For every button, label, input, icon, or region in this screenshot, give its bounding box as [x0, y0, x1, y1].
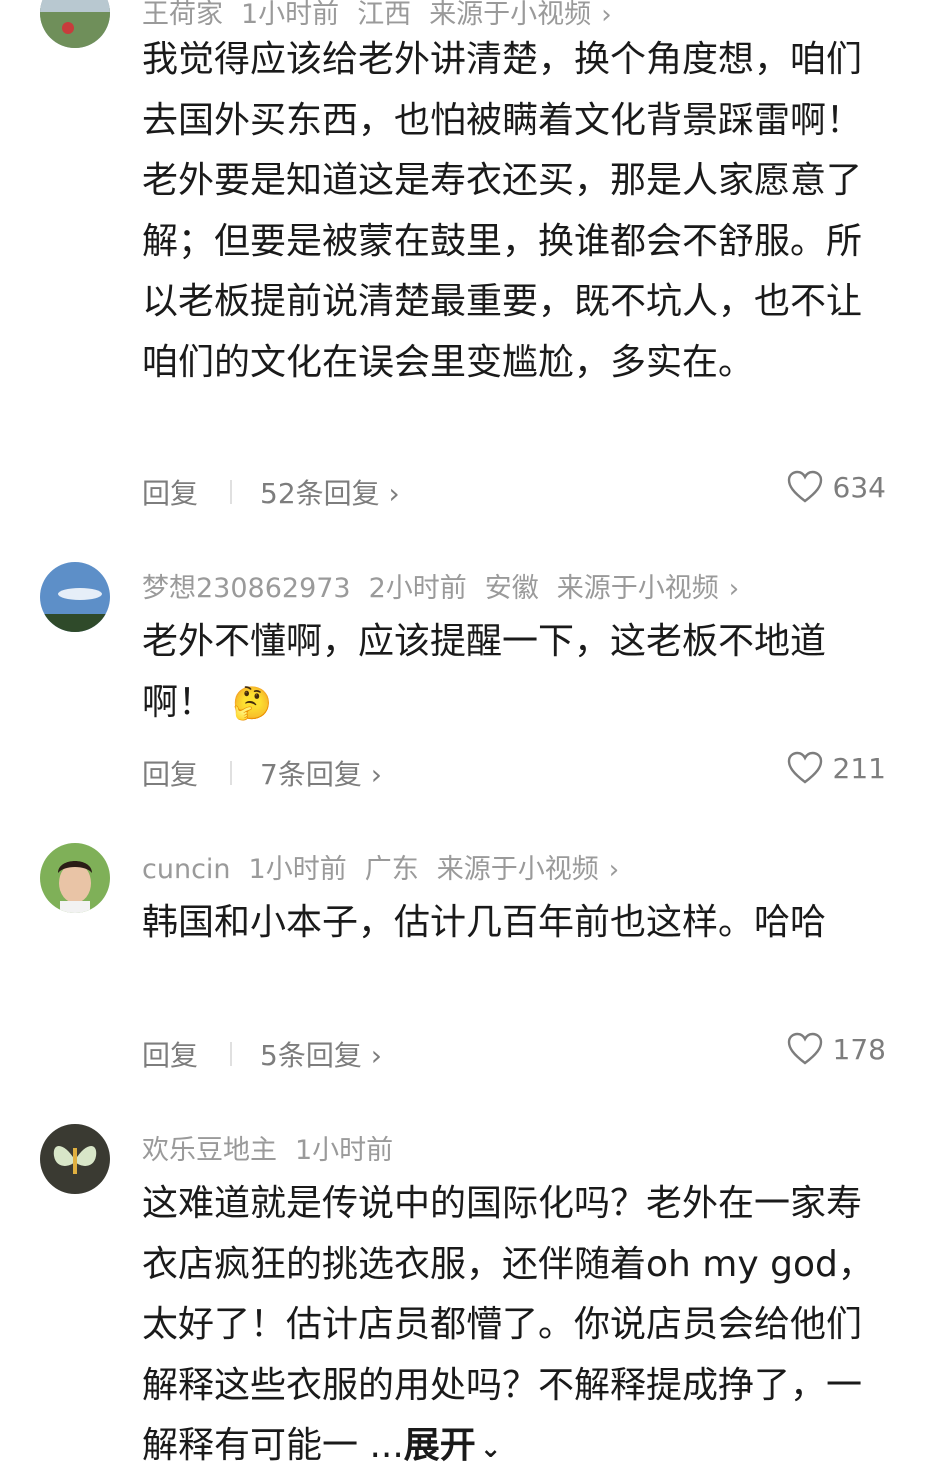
- comment-meta: 欢乐豆地主 1小时前: [142, 1128, 411, 1167]
- comment-text[interactable]: 这难道就是传说中的国际化吗？老外在一家寿衣店疯狂的挑选衣服，还伴随着oh my …: [142, 1174, 884, 1480]
- like-button[interactable]: 634: [787, 470, 886, 504]
- comment-text[interactable]: 我觉得应该给老外讲清楚，换个角度想，咱们去国外买东西，也怕被瞒着文化背景踩雷啊！…: [142, 30, 884, 393]
- chevron-right-icon: ›: [370, 758, 382, 791]
- comment-location: 广东: [364, 854, 419, 885]
- reply-button[interactable]: 回复: [142, 1034, 198, 1074]
- divider: [230, 761, 232, 785]
- divider: [230, 480, 232, 504]
- like-button[interactable]: 178: [787, 1032, 886, 1066]
- username[interactable]: 王荷家: [142, 0, 223, 30]
- comment-text[interactable]: 老外不懂啊，应该提醒一下，这老板不地道啊！ 🤔: [142, 612, 884, 733]
- chevron-right-icon: ›: [388, 477, 400, 510]
- thinking-emoji: 🤔: [232, 683, 272, 722]
- comment-time: 2小时前: [368, 573, 467, 604]
- comment-location: 安徽: [484, 573, 539, 604]
- like-count: 211: [832, 751, 886, 785]
- source-link[interactable]: 来源于小视频: [557, 573, 719, 604]
- comment-time: 1小时前: [241, 0, 340, 30]
- username[interactable]: cuncin: [142, 854, 231, 885]
- replies-count: 7条回复: [260, 758, 362, 791]
- comment-text[interactable]: 韩国和小本子，估计几百年前也这样。哈哈: [142, 893, 884, 954]
- replies-count: 52条回复: [260, 477, 380, 510]
- comment-text-content: 这难道就是传说中的国际化吗？老外在一家寿衣店疯狂的挑选衣服，还伴随着oh my …: [142, 1183, 874, 1466]
- divider: [230, 1042, 232, 1066]
- chevron-down-icon: ⌄: [479, 1434, 502, 1464]
- avatar[interactable]: [40, 0, 110, 48]
- expand-button[interactable]: 展开 ⌄: [404, 1425, 502, 1466]
- source-link[interactable]: 来源于小视频: [437, 854, 599, 885]
- expand-label: 展开: [403, 1425, 476, 1466]
- comment-meta: 王荷家 1小时前 江西 来源于小视频 ›: [142, 0, 630, 31]
- heart-outline-icon: [787, 470, 822, 503]
- view-replies-button[interactable]: 52条回复 ›: [260, 472, 400, 512]
- source-link[interactable]: 来源于小视频: [429, 0, 591, 30]
- like-count: 634: [832, 470, 886, 504]
- username[interactable]: 梦想230862973: [142, 573, 351, 604]
- replies-count: 5条回复: [260, 1039, 362, 1072]
- comment-time: 1小时前: [295, 1135, 394, 1166]
- avatar[interactable]: [40, 1124, 110, 1194]
- heart-outline-icon: [787, 751, 822, 784]
- comment-meta: cuncin 1小时前 广东 来源于小视频 ›: [142, 847, 637, 886]
- reply-button[interactable]: 回复: [142, 753, 198, 793]
- comment-time: 1小时前: [248, 854, 347, 885]
- username[interactable]: 欢乐豆地主: [142, 1135, 277, 1166]
- reply-button[interactable]: 回复: [142, 472, 198, 512]
- avatar[interactable]: [40, 562, 110, 632]
- like-count: 178: [832, 1032, 886, 1066]
- comment-location: 江西: [357, 0, 412, 30]
- avatar[interactable]: [40, 843, 110, 913]
- like-button[interactable]: 211: [787, 751, 886, 785]
- comment-meta: 梦想230862973 2小时前 安徽 来源于小视频 ›: [142, 566, 757, 605]
- heart-outline-icon: [787, 1032, 822, 1065]
- chevron-right-icon: ›: [728, 574, 740, 604]
- view-replies-button[interactable]: 5条回复 ›: [260, 1034, 382, 1074]
- comment-actions: 回复 52条回复 › 634: [142, 470, 886, 512]
- chevron-right-icon: ›: [370, 1039, 382, 1072]
- comment-actions: 回复 5条回复 › 178: [142, 1032, 886, 1074]
- comment-actions: 回复 7条回复 › 211: [142, 751, 886, 793]
- chevron-right-icon: ›: [608, 855, 620, 885]
- chevron-right-icon: ›: [601, 0, 612, 30]
- view-replies-button[interactable]: 7条回复 ›: [260, 753, 382, 793]
